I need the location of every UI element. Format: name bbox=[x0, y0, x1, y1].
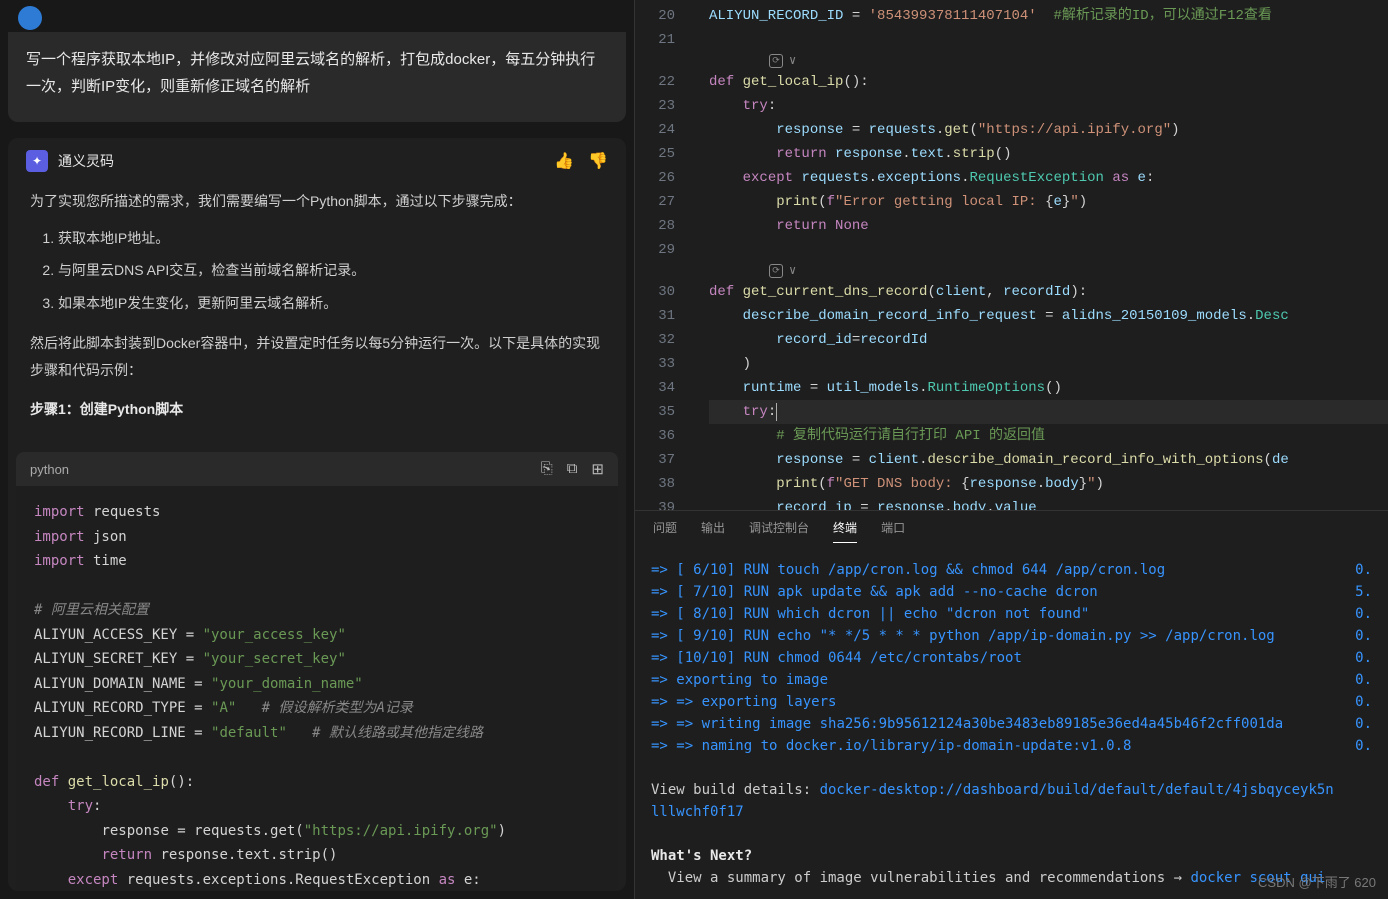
code-block-header: python ⎘ ⧉ ⊞ bbox=[16, 452, 618, 486]
chat-panel: 写一个程序获取本地IP，并修改对应阿里云域名的解析，打包成docker，每五分钟… bbox=[0, 0, 634, 899]
thumbs-down-icon[interactable]: 👎 bbox=[588, 151, 608, 171]
panel-tab[interactable]: 问题 bbox=[653, 519, 677, 543]
assistant-body: 为了实现您所描述的需求，我们需要编写一个Python脚本，通过以下步骤完成： 获… bbox=[8, 184, 626, 440]
assistant-follow: 然后将此脚本封装到Docker容器中，并设置定时任务以每5分钟运行一次。以下是具… bbox=[30, 330, 604, 383]
panel-tab[interactable]: 终端 bbox=[833, 519, 857, 543]
code-content[interactable]: ALIYUN_RECORD_ID = '854399378111407104' … bbox=[691, 0, 1388, 510]
code-editor[interactable]: 2021222324252627282930313233343536373839… bbox=[635, 0, 1388, 510]
chat-code-block[interactable]: import requestsimport jsonimport time # … bbox=[16, 486, 618, 891]
add-code-icon[interactable]: ⊞ bbox=[591, 460, 604, 478]
user-avatar-icon bbox=[18, 6, 42, 30]
line-gutter: 2021222324252627282930313233343536373839 bbox=[635, 0, 691, 510]
panel-tabs: 问题输出调试控制台终端端口 bbox=[635, 510, 1388, 549]
insert-code-icon[interactable]: ⎘ bbox=[541, 460, 553, 478]
panel-tab[interactable]: 输出 bbox=[701, 519, 725, 543]
editor-terminal-panel: 2021222324252627282930313233343536373839… bbox=[634, 0, 1388, 899]
assistant-header: ✦ 通义灵码 👍 👎 bbox=[8, 138, 626, 184]
step1-title: 步骤1：创建Python脚本 bbox=[30, 396, 604, 423]
panel-tab[interactable]: 调试控制台 bbox=[749, 519, 809, 543]
user-message: 写一个程序获取本地IP，并修改对应阿里云域名的解析，打包成docker，每五分钟… bbox=[8, 32, 626, 122]
assistant-message: ✦ 通义灵码 👍 👎 为了实现您所描述的需求，我们需要编写一个Python脚本，… bbox=[8, 138, 626, 891]
copy-code-icon[interactable]: ⧉ bbox=[567, 460, 578, 478]
terminal-output[interactable]: => [ 6/10] RUN touch /app/cron.log && ch… bbox=[635, 549, 1388, 899]
assistant-logo-icon: ✦ bbox=[26, 150, 48, 172]
thumbs-up-icon[interactable]: 👍 bbox=[554, 151, 574, 171]
assistant-intro: 为了实现您所描述的需求，我们需要编写一个Python脚本，通过以下步骤完成： bbox=[30, 188, 604, 215]
assistant-name: 通义灵码 bbox=[58, 151, 114, 171]
step-item: 如果本地IP发生变化，更新阿里云域名解析。 bbox=[58, 290, 604, 317]
user-header bbox=[0, 0, 634, 32]
step-item: 获取本地IP地址。 bbox=[58, 225, 604, 252]
step-item: 与阿里云DNS API交互，检查当前域名解析记录。 bbox=[58, 257, 604, 284]
assistant-steps-list: 获取本地IP地址。 与阿里云DNS API交互，检查当前域名解析记录。 如果本地… bbox=[30, 225, 604, 317]
code-language: python bbox=[30, 462, 69, 477]
panel-tab[interactable]: 端口 bbox=[881, 519, 905, 543]
